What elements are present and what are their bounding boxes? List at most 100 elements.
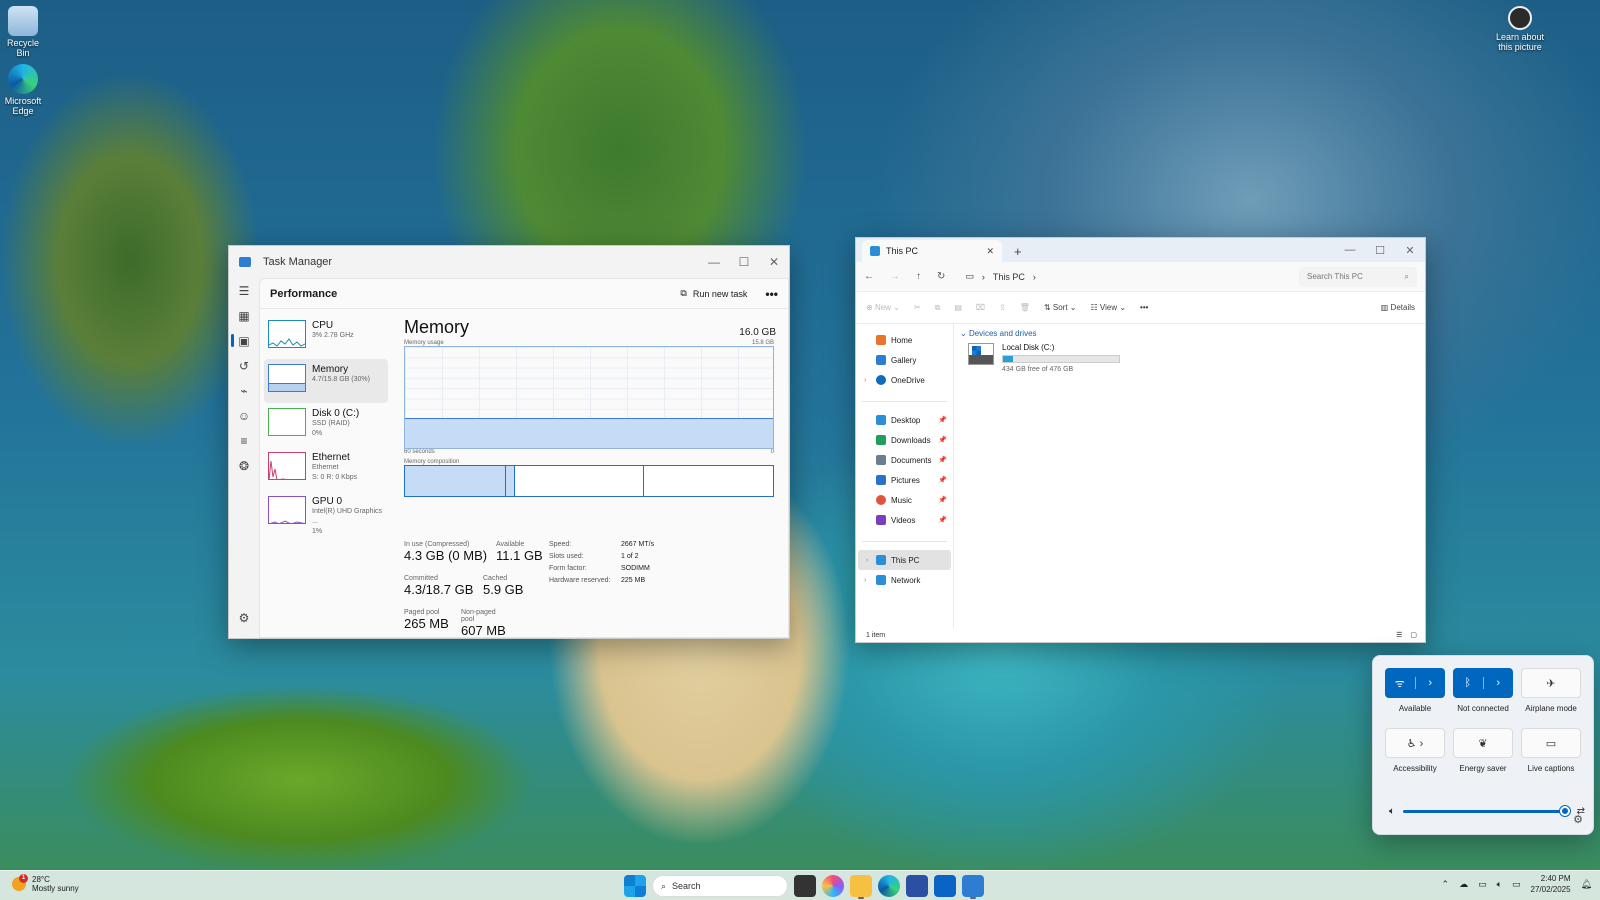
close-button[interactable]: ✕	[759, 255, 789, 269]
sidebar-item-this-pc[interactable]: › This PC	[858, 550, 951, 570]
chevron-right-icon[interactable]: ›	[1414, 677, 1446, 689]
tiles-view-icon[interactable]: ▢	[1410, 631, 1417, 639]
edge-icon[interactable]	[878, 875, 900, 897]
sidebar-item-pictures[interactable]: Pictures 📌	[856, 470, 953, 490]
sidebar-item-gallery[interactable]: Gallery	[856, 350, 953, 370]
settings-icon[interactable]: ⚙	[1573, 813, 1583, 826]
share-icon[interactable]: ⇪	[999, 303, 1006, 312]
services-icon[interactable]: ❂	[229, 453, 259, 478]
rename-icon[interactable]: ⌧	[976, 303, 985, 312]
notifications-icon[interactable]: 🔔︎	[1581, 879, 1592, 890]
resource-item-cpu[interactable]: CPU 3% 2.78 GHz	[264, 315, 388, 359]
minimize-button[interactable]: —	[1335, 244, 1365, 257]
weather-widget[interactable]: 1 28°C Mostly sunny	[12, 874, 79, 893]
sidebar-item-videos[interactable]: Videos 📌	[856, 510, 953, 530]
learn-about-picture[interactable]: Learn about this picture	[1492, 6, 1548, 52]
chevron-right-icon[interactable]: ›	[1482, 677, 1514, 689]
address-bar[interactable]: ▭ › This PC ›	[965, 267, 1265, 287]
resource-item-ethernet[interactable]: Ethernet Ethernet S: 0 R: 0 Kbps	[264, 447, 388, 491]
new-tab-button[interactable]: +	[1014, 244, 1022, 262]
bluetooth-icon[interactable]: ᛒ	[1453, 677, 1483, 689]
sidebar-item-home[interactable]: Home	[856, 330, 953, 350]
copy-icon[interactable]: ⧉	[935, 303, 941, 313]
app-history-icon[interactable]: ↺	[229, 353, 259, 378]
volume-slider[interactable]	[1403, 806, 1571, 816]
microsoft-store-icon[interactable]	[906, 875, 928, 897]
up-icon[interactable]: ↑	[916, 271, 921, 282]
minimize-button[interactable]: —	[699, 255, 729, 269]
volume-slider-thumb[interactable]	[1560, 806, 1571, 816]
details-view-icon[interactable]: ☰	[1396, 631, 1402, 639]
run-new-task-button[interactable]: ⧉ Run new task	[680, 288, 747, 299]
copilot-icon[interactable]	[822, 875, 844, 897]
desktop-icon-edge[interactable]: Microsoft Edge	[0, 64, 46, 116]
chevron-right-icon[interactable]: ›	[864, 577, 866, 584]
processes-icon[interactable]: ▦	[229, 303, 259, 328]
details-button[interactable]: ▥ Details	[1381, 303, 1415, 312]
bluetooth-tile[interactable]: ᛒ ›	[1453, 668, 1513, 698]
sidebar-item-label: Music	[891, 495, 912, 505]
chevron-right-icon[interactable]: ›	[866, 557, 868, 564]
task-view-icon[interactable]	[794, 875, 816, 897]
desktop-icon-recycle-bin[interactable]: Recycle Bin	[0, 6, 46, 58]
breadcrumb[interactable]: This PC	[993, 272, 1025, 282]
drive-item[interactable]: Local Disk (C:) 434 GB free of 476 GB	[968, 343, 1425, 373]
sidebar-item-music[interactable]: Music 📌	[856, 490, 953, 510]
battery-icon[interactable]: ▭	[1512, 879, 1521, 890]
live-captions-tile[interactable]: ▭	[1521, 728, 1581, 758]
maximize-button[interactable]: ☐	[729, 255, 759, 269]
new-button[interactable]: ⊕ New ⌄	[866, 303, 900, 312]
onedrive-icon[interactable]: ☁	[1459, 879, 1468, 890]
start-button[interactable]	[624, 875, 646, 897]
file-explorer-icon[interactable]	[850, 875, 872, 899]
speaker-icon[interactable]: 🔈︎	[1389, 806, 1395, 817]
network-icon[interactable]: ▭	[1478, 879, 1487, 890]
close-button[interactable]: ✕	[1395, 244, 1425, 257]
search-input[interactable]: Search This PC ⌕	[1299, 266, 1417, 287]
more-options-button[interactable]: •••	[765, 287, 778, 301]
outlook-icon[interactable]	[934, 875, 956, 897]
refresh-icon[interactable]: ↻	[937, 271, 945, 282]
details-icon[interactable]: ≡	[229, 428, 259, 453]
forward-icon[interactable]: →	[890, 271, 900, 282]
spec-key: Slots used:	[549, 553, 584, 560]
wifi-tile[interactable]: ᯤ ›	[1385, 668, 1445, 698]
users-icon[interactable]: ☺	[229, 403, 259, 428]
taskbar-search[interactable]: ⌕ Search	[652, 875, 788, 897]
paste-icon[interactable]: ▤	[954, 303, 962, 312]
accessibility-tile[interactable]: ♿ ›	[1385, 728, 1445, 758]
back-icon[interactable]: ←	[864, 271, 874, 282]
energy-saver-tile[interactable]: ❦	[1453, 728, 1513, 758]
tile-label: Not connected	[1457, 704, 1509, 713]
monitor-icon: ▭	[965, 271, 974, 281]
startup-icon[interactable]: ⌁	[229, 378, 259, 403]
sidebar-item-documents[interactable]: Documents 📌	[856, 450, 953, 470]
sort-button[interactable]: ⇅ Sort ⌄	[1044, 303, 1077, 312]
tab-this-pc[interactable]: This PC ✕	[862, 240, 1002, 262]
resource-item-disk[interactable]: Disk 0 (C:) SSD (RAID) 0%	[264, 403, 388, 447]
airplane-mode-tile[interactable]: ✈	[1521, 668, 1581, 698]
sidebar-item-desktop[interactable]: Desktop 📌	[856, 410, 953, 430]
volume-icon[interactable]: 🔈︎	[1497, 879, 1502, 890]
performance-icon[interactable]: ▣	[229, 328, 259, 353]
stat-committed: Committed 4.3/18.7 GB	[404, 575, 473, 597]
delete-icon[interactable]: 🗑	[1020, 303, 1030, 312]
clock[interactable]: 2:40 PM 27/02/2025	[1531, 873, 1571, 895]
sidebar-item-onedrive[interactable]: › OneDrive	[856, 370, 953, 390]
settings-icon[interactable]: ⚙	[229, 605, 259, 630]
sidebar-item-network[interactable]: › Network	[856, 570, 953, 590]
menu-icon[interactable]: ☰	[229, 278, 259, 303]
chevron-right-icon[interactable]: ›	[864, 377, 866, 384]
resource-item-gpu[interactable]: GPU 0 Intel(R) UHD Graphics ... 1%	[264, 491, 388, 535]
wifi-icon[interactable]: ᯤ	[1385, 676, 1415, 691]
more-options-button[interactable]: •••	[1140, 303, 1148, 312]
maximize-button[interactable]: ☐	[1365, 244, 1395, 257]
task-manager-icon[interactable]	[962, 875, 984, 899]
cut-icon[interactable]: ✂	[914, 303, 921, 312]
sidebar-item-downloads[interactable]: Downloads 📌	[856, 430, 953, 450]
resource-item-memory[interactable]: Memory 4.7/15.8 GB (30%)	[264, 359, 388, 403]
view-button[interactable]: ☷ View ⌄	[1091, 303, 1127, 312]
chevron-up-icon[interactable]: ⌃	[1442, 879, 1450, 890]
close-tab-button[interactable]: ✕	[986, 246, 994, 257]
group-header[interactable]: ⌄ Devices and drives	[960, 324, 1425, 343]
